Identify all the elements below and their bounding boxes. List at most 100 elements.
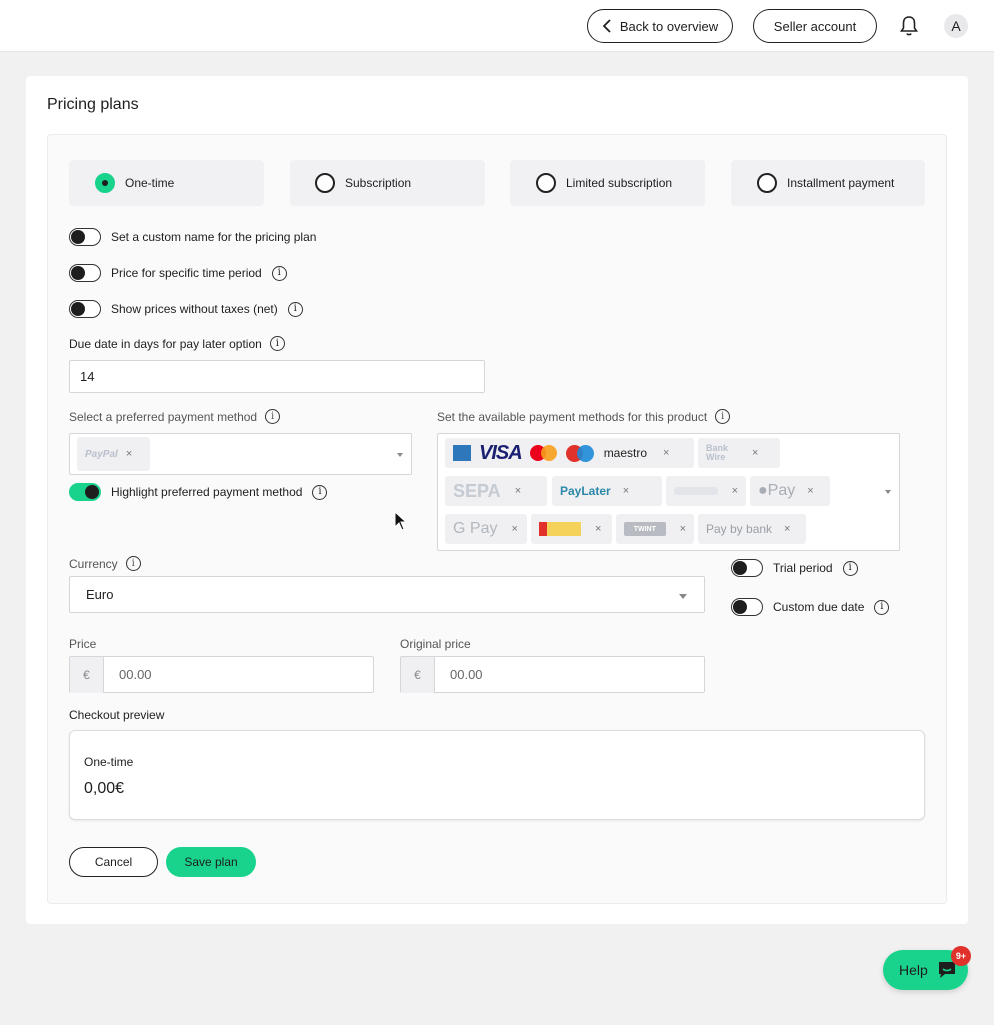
currency-select[interactable]: Euro	[69, 576, 705, 613]
available-methods-label: Set the available payment methods for th…	[437, 409, 708, 424]
without-taxes-toggle[interactable]	[69, 300, 101, 318]
preferred-method-label-row: Select a preferred payment method i	[69, 409, 281, 424]
remove-chip-icon[interactable]: ×	[752, 447, 758, 459]
trial-period-toggle[interactable]	[731, 559, 763, 577]
trial-period-label: Trial period	[773, 561, 833, 575]
remove-chip-icon[interactable]: ×	[623, 485, 629, 497]
highlight-method-toggle[interactable]	[69, 483, 101, 501]
info-icon[interactable]: i	[312, 484, 328, 500]
cancel-button[interactable]: Cancel	[69, 847, 158, 877]
visa-logo: VISA	[479, 441, 523, 464]
plan-type-limited-subscription[interactable]: Limited subscription	[510, 160, 705, 206]
info-icon[interactable]: i	[715, 409, 731, 424]
remove-chip-icon[interactable]: ×	[680, 523, 686, 535]
original-price-input[interactable]: € 00.00	[400, 656, 705, 693]
remove-chip-icon[interactable]: ×	[511, 523, 517, 535]
currency-symbol: €	[70, 656, 104, 693]
currency-label-row: Currency i	[69, 556, 141, 571]
info-icon[interactable]: i	[125, 556, 141, 571]
chevron-down-icon[interactable]	[679, 594, 687, 599]
plan-type-label: One-time	[125, 176, 175, 190]
remove-chip-icon[interactable]: ×	[515, 485, 521, 497]
preferred-method-label: Select a preferred payment method	[69, 409, 258, 424]
payment-chip-premium: ×	[666, 476, 746, 506]
payment-chip-bank-wire: Bank Wire ×	[698, 438, 780, 468]
info-icon[interactable]: i	[842, 560, 858, 576]
ideal-logo	[539, 522, 581, 536]
info-icon[interactable]: i	[287, 301, 303, 317]
chevron-down-icon[interactable]	[885, 490, 891, 494]
remove-chip-icon[interactable]: ×	[732, 485, 738, 497]
plan-type-installment[interactable]: Installment payment	[731, 160, 925, 206]
avatar[interactable]: A	[944, 14, 968, 38]
highlight-method-label: Highlight preferred payment method	[111, 485, 303, 499]
time-period-toggle[interactable]	[69, 264, 101, 282]
price-label: Price	[69, 637, 97, 651]
save-plan-button[interactable]: Save plan	[166, 847, 256, 877]
payment-chip-sepa: SEPA ×	[445, 476, 547, 506]
chevron-left-icon	[602, 19, 611, 33]
twint-logo: TWINT	[624, 522, 666, 536]
bank-wire-logo: Bank Wire	[706, 443, 729, 462]
custom-name-label: Set a custom name for the pricing plan	[111, 230, 317, 244]
info-icon[interactable]: i	[271, 265, 287, 281]
checkout-preview-card: One-time 0,00€	[69, 730, 925, 820]
highlight-method-row: Highlight preferred payment method i	[69, 483, 328, 501]
remove-chip-icon[interactable]: ×	[595, 523, 601, 535]
help-label: Help	[899, 962, 928, 978]
checkout-amount: 0,00€	[84, 780, 125, 797]
radio-icon	[315, 173, 335, 193]
currency-symbol: €	[401, 656, 435, 693]
custom-due-date-row: Custom due date i	[731, 598, 890, 616]
custom-name-row: Set a custom name for the pricing plan	[69, 228, 316, 246]
plan-type-one-time[interactable]: One-time	[69, 160, 264, 206]
custom-name-toggle[interactable]	[69, 228, 101, 246]
info-icon[interactable]: i	[874, 599, 890, 615]
remove-chip-icon[interactable]: ×	[663, 447, 669, 459]
price-label-row: Price	[69, 637, 96, 651]
plan-type-label: Installment payment	[787, 176, 895, 190]
top-bar: Back to overview Seller account A	[0, 0, 994, 52]
radio-selected-icon	[95, 173, 115, 193]
plan-type-subscription[interactable]: Subscription	[290, 160, 485, 206]
trial-period-row: Trial period i	[731, 559, 858, 577]
amex-icon	[453, 445, 471, 461]
maestro-icon	[565, 444, 596, 462]
payment-chip-twint: TWINT ×	[616, 514, 694, 544]
due-date-value: 14	[80, 369, 95, 384]
original-price-label-row: Original price	[400, 637, 471, 651]
checkout-preview-label-row: Checkout preview	[69, 708, 164, 722]
remove-chip-icon[interactable]: ×	[784, 523, 790, 535]
payment-chip-google-pay: G Pay ×	[445, 514, 527, 544]
original-price-label: Original price	[400, 637, 471, 651]
payment-chip-paylater: PayLater ×	[552, 476, 662, 506]
remove-chip-icon[interactable]: ×	[126, 448, 132, 460]
chevron-down-icon[interactable]	[397, 453, 403, 457]
currency-label: Currency	[69, 556, 118, 571]
time-period-row: Price for specific time period i	[69, 264, 287, 282]
checkout-plan-name: One-time	[84, 755, 134, 769]
plan-type-label: Subscription	[345, 176, 412, 190]
payment-chip-pay-by-bank: Pay by bank ×	[698, 514, 806, 544]
info-icon[interactable]: i	[265, 409, 281, 424]
remove-chip-icon[interactable]: ×	[807, 485, 813, 497]
seller-account-button[interactable]: Seller account	[753, 9, 877, 43]
payment-chip-ideal: ×	[531, 514, 612, 544]
save-plan-label: Save plan	[184, 855, 238, 869]
bell-icon[interactable]	[899, 15, 919, 37]
original-price-placeholder: 00.00	[450, 667, 483, 682]
mastercard-icon	[529, 444, 558, 462]
due-date-label-row: Due date in days for pay later option i	[69, 336, 285, 351]
custom-due-date-toggle[interactable]	[731, 598, 763, 616]
sepa-logo: SEPA	[453, 480, 501, 501]
price-input[interactable]: € 00.00	[69, 656, 374, 693]
notification-badge: 9+	[951, 946, 971, 966]
info-icon[interactable]: i	[269, 336, 285, 351]
apple-pay-logo: ●Pay	[758, 482, 796, 499]
page-title: Pricing plans	[47, 96, 139, 113]
payment-chip-apple-pay: ●Pay ×	[750, 476, 830, 506]
paylater-logo: PayLater	[560, 484, 611, 498]
back-to-overview-button[interactable]: Back to overview	[587, 9, 733, 43]
plan-type-label: Limited subscription	[566, 176, 673, 190]
due-date-input[interactable]: 14	[69, 360, 485, 393]
